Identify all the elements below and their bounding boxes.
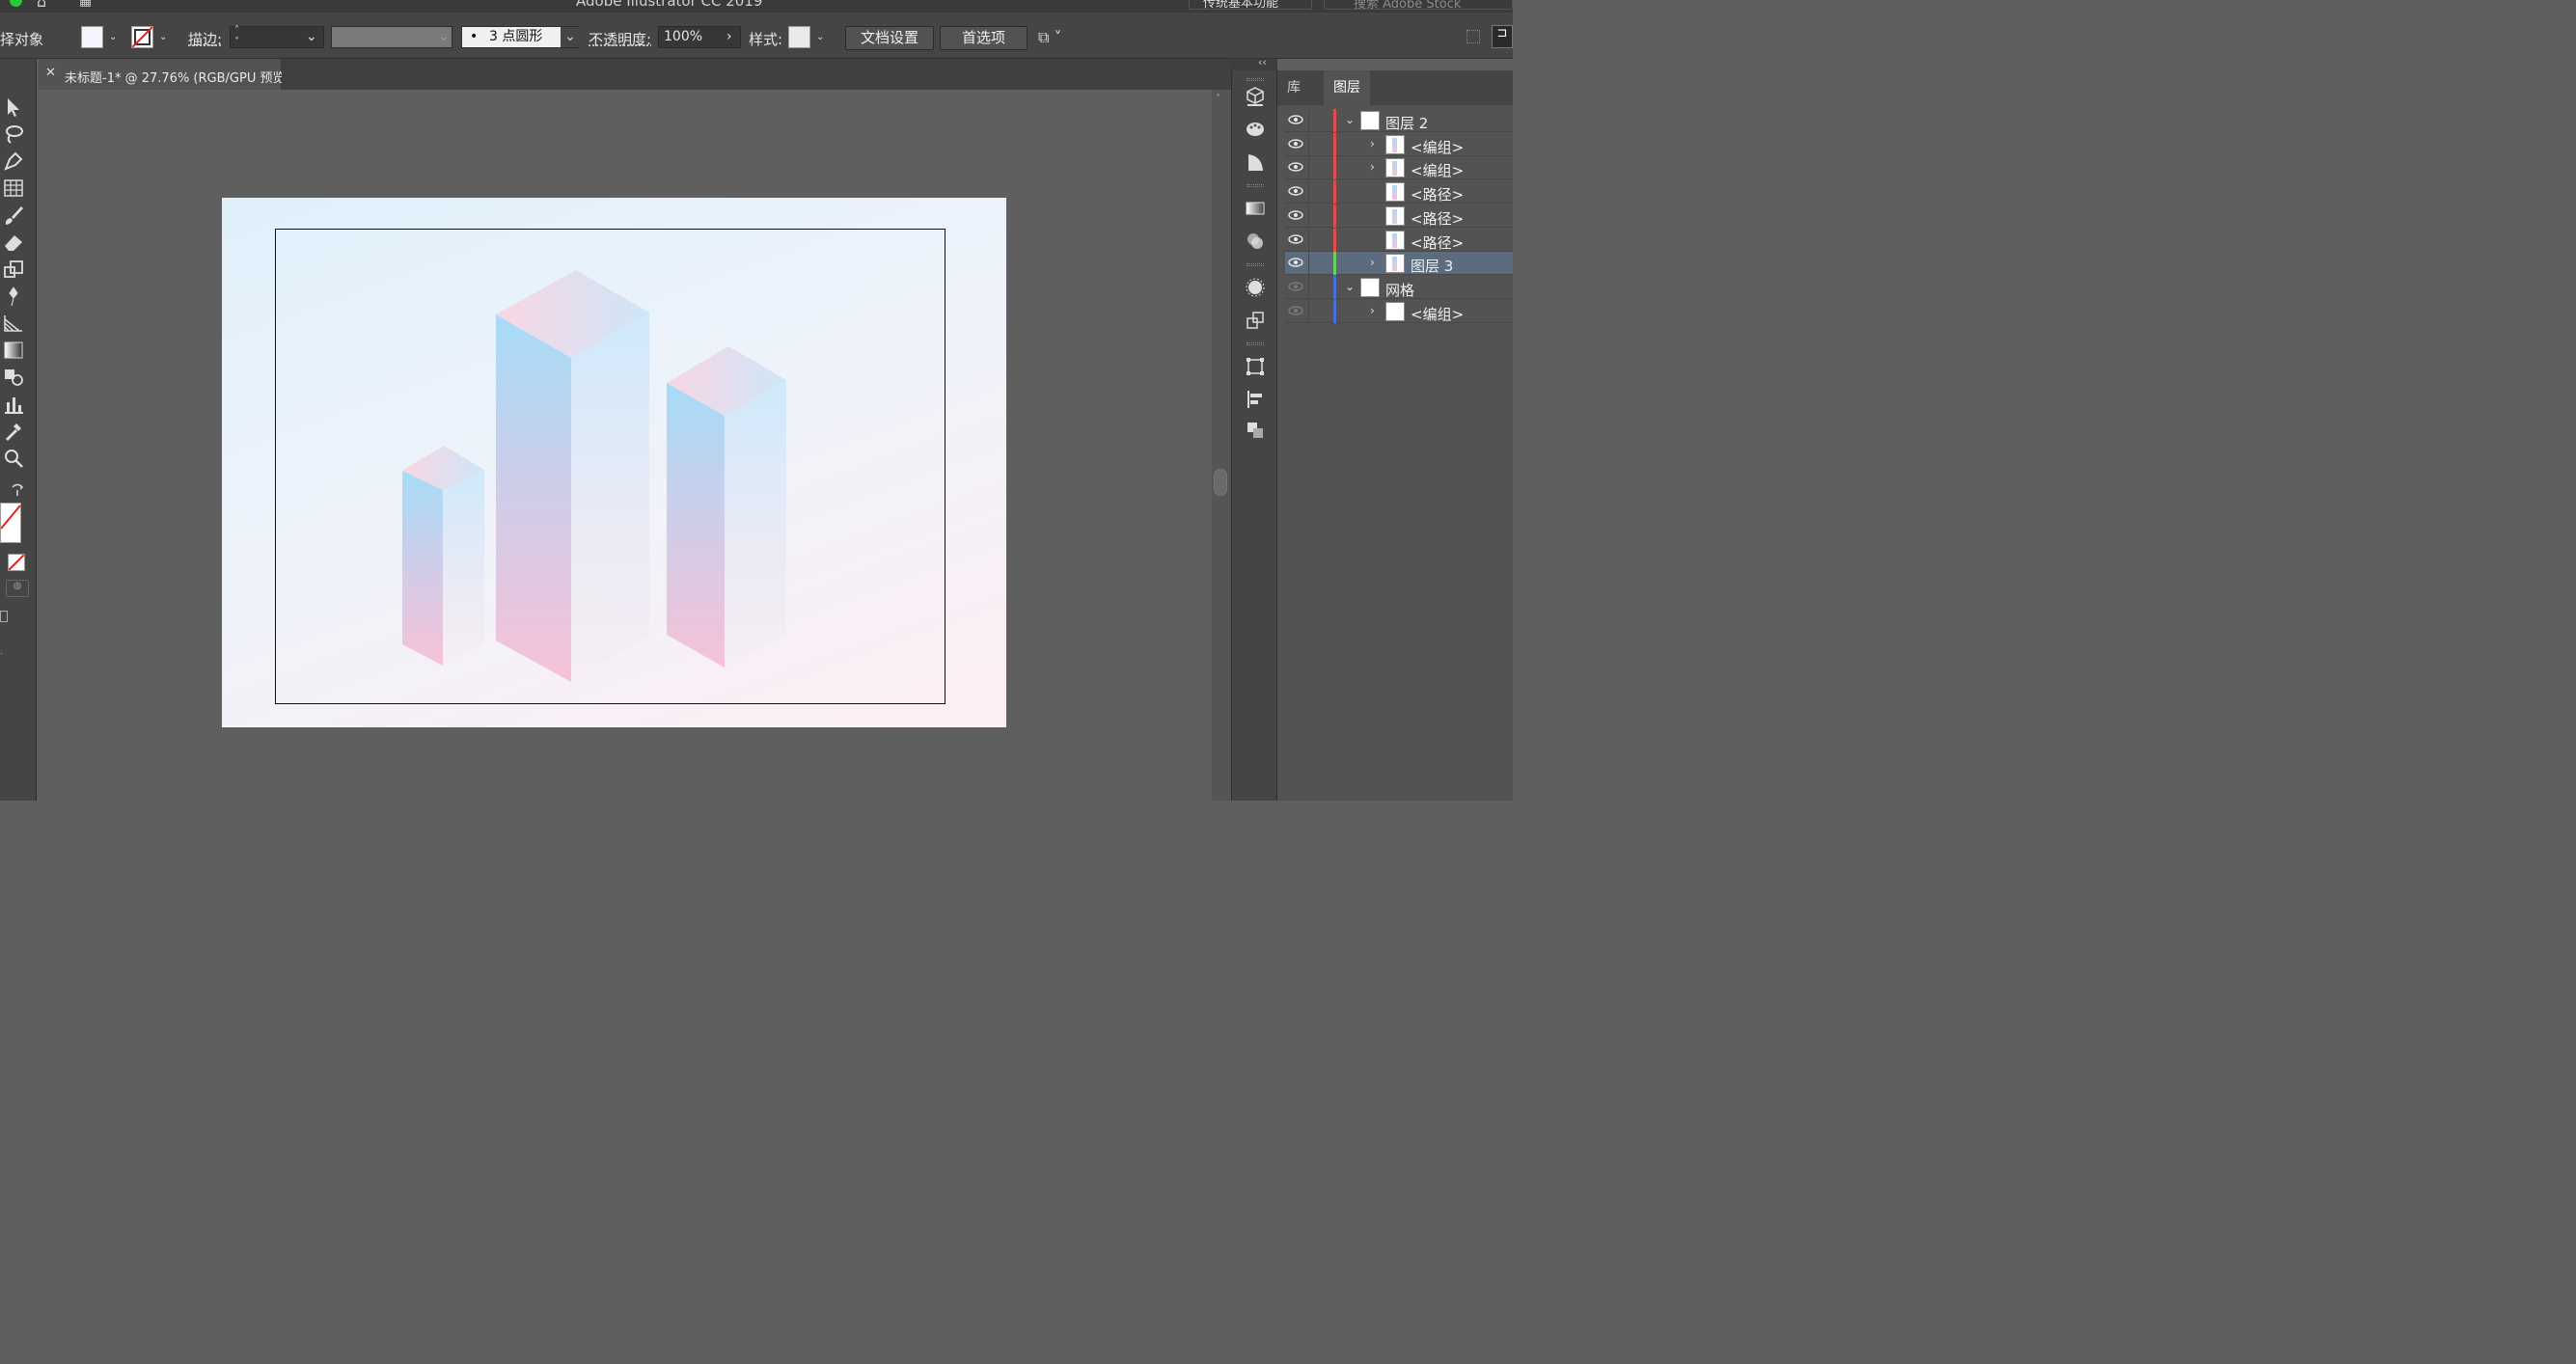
- layer-row[interactable]: <路径>: [1285, 180, 1513, 205]
- layer-color-bar: [1333, 228, 1336, 252]
- lock-column[interactable]: [1308, 275, 1309, 299]
- gradient-panel-icon[interactable]: [1245, 198, 1266, 219]
- layer-color-bar: [1333, 299, 1336, 323]
- visibility-eye-icon[interactable]: [1288, 137, 1303, 150]
- bar-small[interactable]: [402, 446, 484, 666]
- lock-column[interactable]: [1308, 156, 1309, 180]
- appearance-icon[interactable]: [1245, 277, 1266, 298]
- dock-collapse-bar[interactable]: ‹‹: [1231, 56, 1277, 70]
- color-palette-icon[interactable]: [1245, 119, 1266, 140]
- layer-color-bar: [1333, 204, 1336, 228]
- layer-name[interactable]: <编组>: [1411, 137, 1464, 157]
- layer-name[interactable]: 图层 2: [1385, 113, 1428, 133]
- layer-row[interactable]: ⌄ 图层 2: [1285, 109, 1513, 132]
- lock-column[interactable]: [1308, 299, 1309, 323]
- dock-grip[interactable]: [1247, 78, 1264, 81]
- graphic-styles-icon[interactable]: [1245, 310, 1266, 331]
- expand-chevron-icon[interactable]: ›: [1370, 160, 1375, 174]
- transform-icon[interactable]: [1245, 356, 1266, 377]
- layer-thumbnail: [1385, 134, 1405, 154]
- visibility-eye-icon[interactable]: [1288, 184, 1303, 198]
- expand-chevron-icon[interactable]: ›: [1370, 256, 1375, 269]
- visibility-eye-icon[interactable]: [1288, 232, 1303, 246]
- layer-name[interactable]: 网格: [1385, 280, 1414, 300]
- lock-column[interactable]: [1308, 228, 1309, 252]
- layer-thumbnail: [1385, 158, 1405, 178]
- layer-thumbnail: [1360, 277, 1380, 297]
- layer-color-bar: [1333, 180, 1336, 205]
- visibility-eye-icon[interactable]: [1288, 280, 1303, 293]
- layer-thumbnail: [1385, 254, 1405, 274]
- dock-grip[interactable]: [1247, 263, 1264, 266]
- visibility-eye-icon[interactable]: [1288, 208, 1303, 222]
- dock-grip[interactable]: [1247, 342, 1264, 345]
- layer-row[interactable]: <路径>: [1285, 228, 1513, 253]
- layer-thumbnail: [1385, 182, 1405, 203]
- tab-libraries[interactable]: 库: [1277, 70, 1310, 105]
- visibility-eye-icon[interactable]: [1288, 304, 1303, 317]
- pathfinder-icon[interactable]: [1245, 420, 1266, 441]
- lock-column[interactable]: [1308, 109, 1309, 132]
- layer-row[interactable]: <路径>: [1285, 204, 1513, 229]
- layer-name[interactable]: <路径>: [1411, 232, 1464, 253]
- visibility-eye-icon[interactable]: [1288, 113, 1303, 126]
- align-icon[interactable]: [1245, 389, 1266, 410]
- lock-column[interactable]: [1308, 132, 1309, 156]
- expand-chevron-icon[interactable]: ›: [1370, 304, 1375, 317]
- lock-column[interactable]: [1308, 180, 1309, 205]
- panel-dock: [1231, 70, 1277, 801]
- layer-name[interactable]: <编组>: [1411, 304, 1464, 324]
- collapse-arrows-icon[interactable]: ‹‹: [1258, 56, 1267, 68]
- panel-tabs: 库 图层: [1277, 70, 1513, 105]
- visibility-eye-icon[interactable]: [1288, 160, 1303, 174]
- layer-name[interactable]: <路径>: [1411, 208, 1464, 229]
- layer-name[interactable]: <路径>: [1411, 184, 1464, 205]
- layers-panel: 库 图层 ⌄ 图层 2 › <编组> › <编组> <路径> <路径> <路径> › 图层 3 ⌄ 网格…: [1277, 70, 1513, 801]
- layer-color-bar: [1333, 252, 1336, 276]
- bar-medium[interactable]: [667, 346, 786, 668]
- dock-grip[interactable]: [1247, 184, 1264, 187]
- transparency-icon[interactable]: [1245, 231, 1266, 252]
- layer-row[interactable]: ⌄ 网格: [1285, 275, 1513, 300]
- layer-row[interactable]: › <编组>: [1285, 156, 1513, 180]
- expand-chevron-icon[interactable]: ›: [1370, 137, 1375, 150]
- tab-layers[interactable]: 图层: [1324, 70, 1370, 105]
- layer-name[interactable]: <编组>: [1411, 160, 1464, 180]
- visibility-eye-icon[interactable]: [1288, 256, 1303, 269]
- layer-row[interactable]: › 图层 3: [1285, 252, 1513, 276]
- layer-color-bar: [1333, 109, 1336, 132]
- layer-thumbnail: [1385, 301, 1405, 321]
- collapse-chevron-icon[interactable]: ⌄: [1345, 113, 1355, 126]
- layer-row[interactable]: › <编组>: [1285, 299, 1513, 324]
- layer-thumbnail: [1385, 230, 1405, 250]
- libraries-cube-icon[interactable]: [1245, 86, 1266, 107]
- layer-thumbnail: [1360, 111, 1380, 130]
- layer-row[interactable]: › <编组>: [1285, 132, 1513, 157]
- layer-color-bar: [1333, 156, 1336, 180]
- layer-name[interactable]: 图层 3: [1411, 256, 1453, 276]
- collapse-chevron-icon[interactable]: ⌄: [1345, 280, 1355, 293]
- layer-color-bar: [1333, 132, 1336, 156]
- lock-column[interactable]: [1308, 204, 1309, 228]
- bar-tall[interactable]: [496, 270, 649, 682]
- color-guide-icon[interactable]: [1245, 151, 1266, 173]
- lock-column[interactable]: [1308, 252, 1309, 276]
- layer-color-bar: [1333, 275, 1336, 299]
- layer-thumbnail: [1385, 205, 1405, 226]
